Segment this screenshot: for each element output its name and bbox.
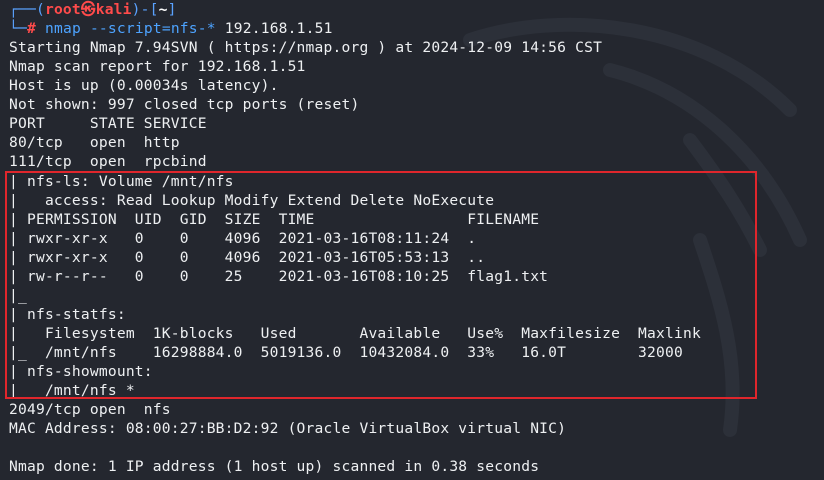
prompt-bracket-close: ] bbox=[167, 1, 177, 18]
output-line: PORT STATE SERVICE bbox=[9, 115, 207, 132]
prompt-cwd: ~ bbox=[158, 1, 168, 18]
output-line: 2049/tcp open nfs bbox=[9, 401, 171, 418]
output-line: Starting Nmap 7.94SVN ( https://nmap.org… bbox=[9, 39, 603, 56]
command-binary: nmap bbox=[44, 20, 81, 37]
prompt-corner: └─ bbox=[9, 20, 27, 37]
prompt-host: kali bbox=[95, 1, 132, 18]
command-target: 192.168.1.51 bbox=[224, 20, 333, 37]
prompt-at-symbol: ㉿ bbox=[80, 1, 96, 18]
terminal-window[interactable]: ┌──(root㉿kali)-[~] └─# nmap --script=nfs… bbox=[0, 0, 824, 480]
output-line: Host is up (0.00034s latency). bbox=[9, 77, 279, 94]
prompt-bracket-mid: )-[ bbox=[131, 1, 159, 18]
command-line[interactable]: └─# nmap --script=nfs-* 192.168.1.51 bbox=[9, 19, 333, 38]
command-wildcard: * bbox=[206, 20, 216, 37]
output-line: Nmap scan report for 192.168.1.51 bbox=[9, 58, 306, 75]
prompt-bracket-open: ┌──( bbox=[9, 1, 45, 18]
command-argument: --script=nfs- bbox=[89, 20, 207, 37]
output-line: 111/tcp open rpcbind bbox=[9, 153, 207, 170]
output-line: MAC Address: 08:00:27:BB:D2:92 (Oracle V… bbox=[9, 420, 567, 437]
prompt-hash: # bbox=[26, 20, 36, 37]
prompt-line: ┌──(root㉿kali)-[~] bbox=[9, 0, 177, 19]
output-line: Not shown: 997 closed tcp ports (reset) bbox=[9, 96, 360, 113]
output-line: Nmap done: 1 IP address (1 host up) scan… bbox=[9, 458, 540, 475]
highlight-annotation-box bbox=[5, 171, 757, 399]
output-line: 80/tcp open http bbox=[9, 134, 180, 151]
prompt-user: root bbox=[44, 1, 81, 18]
